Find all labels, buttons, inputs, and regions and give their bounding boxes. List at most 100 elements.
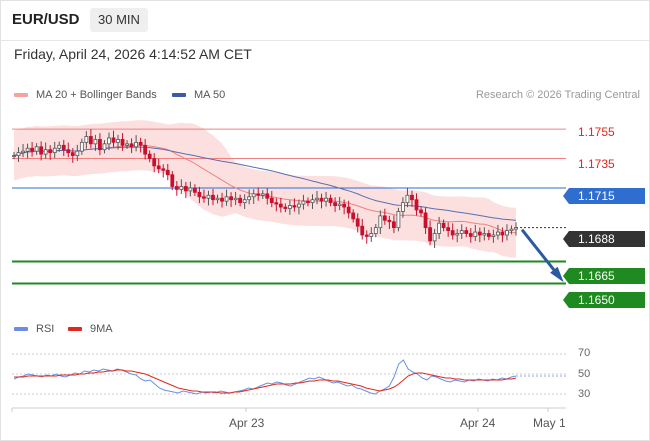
candle-body — [423, 212, 428, 229]
candle-body — [88, 136, 93, 145]
candle-body — [446, 227, 451, 231]
candle-body — [247, 196, 252, 201]
candle-body — [224, 196, 229, 202]
candle-body — [16, 152, 21, 156]
candle-body — [152, 158, 157, 167]
candle-body — [324, 197, 328, 202]
candle-body — [102, 143, 107, 151]
candle-body — [410, 194, 414, 201]
candle-body — [229, 196, 233, 201]
candle-body — [278, 203, 283, 208]
candle-body — [134, 141, 139, 148]
candle-body — [120, 139, 125, 146]
candle-body — [437, 222, 442, 234]
candle-body — [419, 209, 423, 214]
candle-body — [206, 194, 211, 199]
candle-body — [401, 202, 405, 212]
rsi-swatch — [14, 327, 28, 331]
candle-body — [500, 231, 505, 236]
candle-body — [156, 165, 161, 170]
candle-body — [251, 193, 256, 198]
candle-body — [514, 227, 518, 230]
candle-body — [369, 233, 374, 237]
candle-body — [79, 141, 84, 152]
x-label-apr24: Apr 24 — [460, 416, 496, 430]
candle-body — [215, 197, 220, 201]
candle-body — [464, 230, 469, 234]
rsi-label: RSI — [36, 323, 55, 335]
candle-body — [233, 197, 238, 201]
candle-body — [242, 199, 247, 204]
candle-body — [306, 200, 310, 204]
candle-body — [238, 197, 243, 204]
candle-body — [360, 225, 365, 236]
candle-body — [61, 144, 66, 151]
candle-body — [183, 186, 188, 192]
support-1-tag: 1.1665 — [563, 268, 645, 284]
candle-body — [138, 141, 143, 146]
candle-body — [450, 230, 455, 236]
candle-body — [382, 215, 387, 221]
legend-9ma: 9MA — [68, 323, 113, 335]
rsi-tick-50: 50 — [578, 368, 591, 380]
candle-body — [396, 211, 401, 229]
candle-body — [287, 205, 292, 209]
candle-body — [30, 147, 34, 152]
candle-body — [496, 231, 500, 236]
candle-body — [147, 153, 152, 159]
candle-body — [292, 205, 297, 208]
candle-body — [315, 197, 319, 201]
candle-body — [310, 199, 315, 204]
rsi-ma9-line — [14, 369, 517, 394]
x-label-apr23: Apr 23 — [229, 416, 265, 430]
candle-body — [256, 193, 261, 196]
candle-body — [505, 230, 509, 236]
candle-body — [405, 194, 410, 204]
candle-body — [346, 206, 351, 214]
candle-body — [355, 218, 360, 227]
candle-body — [111, 137, 116, 143]
candle-body — [174, 186, 179, 190]
support-2-tag: 1.1650 — [563, 292, 645, 308]
candle-body — [202, 196, 206, 199]
candle-body — [265, 193, 270, 199]
ma9-label: 9MA — [90, 323, 113, 335]
candle-body — [197, 191, 202, 198]
candle-body — [260, 193, 265, 196]
candle-body — [25, 147, 30, 152]
candle-body — [387, 219, 392, 223]
candle-body — [274, 202, 279, 205]
candle-body — [129, 143, 134, 148]
candle-body — [84, 136, 89, 143]
candle-body — [43, 149, 48, 155]
rsi-tick-70: 70 — [578, 347, 591, 359]
candle-body — [93, 139, 98, 145]
last-price-tag: 1.1688 — [563, 231, 645, 247]
candle-body — [378, 215, 383, 229]
candle-body — [509, 228, 514, 231]
candle-body — [432, 233, 437, 242]
candle-body — [364, 234, 369, 237]
candle-body — [21, 150, 25, 154]
price-chart — [11, 120, 566, 412]
resistance-1-label: 1.1735 — [578, 157, 615, 171]
candle-body — [459, 230, 464, 234]
candle-body — [66, 149, 71, 154]
candle-body — [57, 144, 62, 149]
candle-body — [473, 231, 478, 237]
candle-body — [373, 227, 378, 234]
candle-body — [441, 222, 446, 229]
candle-body — [161, 168, 166, 171]
candle-body — [486, 233, 491, 237]
candle-body — [98, 139, 102, 151]
candle-body — [39, 146, 44, 155]
candle-body — [52, 147, 57, 154]
candle-body — [125, 143, 129, 146]
candle-body — [328, 197, 333, 204]
rsi-tick-30: 30 — [578, 388, 591, 400]
candle-body — [165, 169, 170, 176]
candle-body — [170, 174, 175, 187]
candle-body — [34, 146, 39, 152]
candle-body — [491, 234, 496, 237]
candle-body — [482, 233, 487, 236]
